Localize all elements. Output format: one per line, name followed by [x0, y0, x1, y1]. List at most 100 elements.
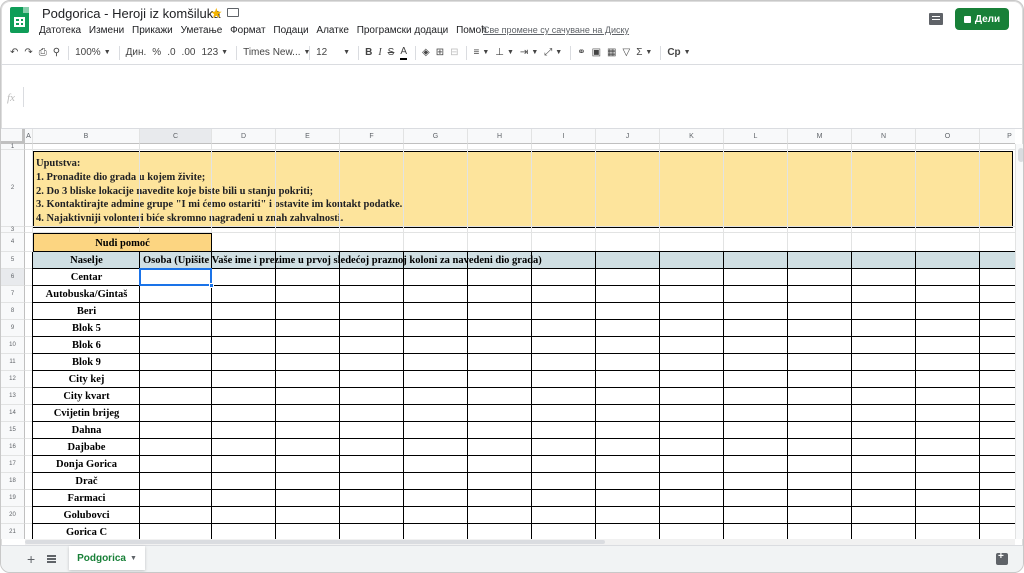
column-header-m[interactable]: M	[788, 129, 852, 144]
person-column-header[interactable]: Osoba (Upišite Vaše ime i prezime u prvo…	[143, 252, 1015, 269]
font-size-select[interactable]: 12 ▼	[316, 44, 350, 62]
text-color-button[interactable]: A	[400, 46, 407, 60]
row-header-6[interactable]: 6	[1, 269, 25, 286]
column-header-b[interactable]: B	[33, 129, 140, 144]
column-header-k[interactable]: K	[660, 129, 724, 144]
menu-data[interactable]: Подаци	[273, 25, 308, 36]
settlement-cell[interactable]: Farmaci	[33, 490, 140, 507]
offer-help-cell[interactable]: Nudi pomoć	[33, 233, 212, 252]
redo-icon[interactable]: ↷	[24, 44, 32, 62]
input-tools-button[interactable]: Ср ▼	[667, 44, 690, 62]
menu-format[interactable]: Формат	[230, 25, 266, 36]
settlement-cell[interactable]: Drač	[33, 473, 140, 490]
settlement-cell[interactable]: Dajbabe	[33, 439, 140, 456]
link-icon[interactable]: ⚭	[577, 44, 585, 62]
italic-button[interactable]: I	[378, 44, 381, 62]
settlement-cell[interactable]: Beri	[33, 303, 140, 320]
column-header-j[interactable]: J	[596, 129, 660, 144]
explore-icon[interactable]	[996, 551, 1008, 565]
settlement-cell[interactable]: City kvart	[33, 388, 140, 405]
font-family-select[interactable]: Times New... ▼	[243, 44, 310, 62]
menu-addons[interactable]: Програмски додаци	[357, 25, 449, 36]
menu-file[interactable]: Датотека	[39, 25, 81, 36]
column-header-l[interactable]: L	[724, 129, 788, 144]
fill-color-icon[interactable]: ◈	[422, 44, 430, 62]
settlement-cell[interactable]: Golubovci	[33, 507, 140, 524]
vertical-scrollbar[interactable]	[1015, 144, 1023, 539]
undo-icon[interactable]: ↶	[10, 44, 18, 62]
column-header-p[interactable]: P	[980, 129, 1015, 144]
wrap-icon[interactable]: ⇥ ▼	[520, 44, 538, 62]
settlement-cell[interactable]: Blok 6	[33, 337, 140, 354]
zoom-select[interactable]: 100% ▼	[75, 44, 111, 62]
row-header-11[interactable]: 11	[1, 354, 25, 371]
row-header-16[interactable]: 16	[1, 439, 25, 456]
currency-format-button[interactable]: Дин.	[126, 44, 147, 62]
menu-insert[interactable]: Уметање	[181, 25, 223, 36]
borders-icon[interactable]: ⊞	[436, 44, 444, 62]
decrease-decimal-button[interactable]: .0	[167, 44, 175, 62]
row-header-4[interactable]: 4	[1, 233, 25, 252]
settlement-cell[interactable]: Autobuska/Gintaš	[33, 286, 140, 303]
paint-format-icon[interactable]: ⚲	[53, 44, 60, 62]
valign-bottom-icon[interactable]: ⊥ ▼	[495, 44, 514, 62]
column-header-e[interactable]: E	[276, 129, 340, 144]
row-header-13[interactable]: 13	[1, 388, 25, 405]
selected-cell-c6[interactable]	[139, 268, 212, 286]
row-header-18[interactable]: 18	[1, 473, 25, 490]
row-header-20[interactable]: 20	[1, 507, 25, 524]
star-icon[interactable]: ★	[210, 5, 223, 22]
align-left-icon[interactable]: ≡ ▼	[473, 44, 489, 62]
menu-view[interactable]: Прикажи	[132, 25, 173, 36]
settlement-cell[interactable]: Dahna	[33, 422, 140, 439]
row-header-21[interactable]: 21	[1, 524, 25, 539]
insert-comment-icon[interactable]: ▣	[592, 44, 601, 62]
scroll-thumb[interactable]	[1018, 148, 1023, 162]
strikethrough-button[interactable]: S	[388, 44, 395, 62]
settlement-cell[interactable]: Blok 5	[33, 320, 140, 337]
row-header-15[interactable]: 15	[1, 422, 25, 439]
column-header-f[interactable]: F	[340, 129, 404, 144]
merge-icon[interactable]: ⊟	[450, 44, 458, 62]
save-status-link[interactable]: Све промене су сачуване на Диску	[483, 25, 629, 35]
document-title[interactable]: Podgorica - Heroji iz komšiluka	[42, 6, 220, 21]
folder-icon[interactable]	[227, 8, 239, 17]
row-header-14[interactable]: 14	[1, 405, 25, 422]
settlement-column-header[interactable]: Naselje	[33, 252, 140, 269]
sheet-tab-podgorica[interactable]: Podgorica ▼	[69, 546, 145, 570]
column-header-d[interactable]: D	[212, 129, 276, 144]
row-header-17[interactable]: 17	[1, 456, 25, 473]
menu-tools[interactable]: Алатке	[316, 25, 348, 36]
scroll-thumb[interactable]	[25, 540, 605, 544]
settlement-cell[interactable]: Donja Gorica	[33, 456, 140, 473]
print-icon[interactable]: ⎙	[39, 44, 47, 62]
column-header-i[interactable]: I	[532, 129, 596, 144]
spreadsheet-grid[interactable]: Uputstva: 1. Pronađite dio grada u kojem…	[1, 129, 1015, 539]
column-header-g[interactable]: G	[404, 129, 468, 144]
instructions-box[interactable]: Uputstva: 1. Pronađite dio grada u kojem…	[33, 151, 1013, 228]
comment-icon[interactable]	[929, 13, 943, 25]
filter-icon[interactable]: ▽	[622, 44, 630, 62]
row-header-8[interactable]: 8	[1, 303, 25, 320]
number-format-select[interactable]: 123 ▼	[201, 44, 228, 62]
menu-edit[interactable]: Измени	[89, 25, 124, 36]
row-header-9[interactable]: 9	[1, 320, 25, 337]
sum-icon[interactable]: Σ ▼	[636, 44, 652, 62]
settlement-cell[interactable]: Cvijetin brijeg	[33, 405, 140, 422]
settlement-cell[interactable]: Gorica C	[33, 524, 140, 539]
row-header-2[interactable]: 2	[1, 150, 25, 227]
add-sheet-icon[interactable]: +	[27, 551, 35, 567]
rotate-icon[interactable]: ⤢ ▼	[544, 44, 562, 62]
settlement-cell[interactable]: City kej	[33, 371, 140, 388]
column-header-h[interactable]: H	[468, 129, 532, 144]
all-sheets-icon[interactable]	[47, 555, 56, 563]
settlement-cell[interactable]: Centar	[33, 269, 140, 286]
column-header-n[interactable]: N	[852, 129, 916, 144]
row-header-12[interactable]: 12	[1, 371, 25, 388]
row-header-10[interactable]: 10	[1, 337, 25, 354]
increase-decimal-button[interactable]: .00	[182, 44, 196, 62]
row-header-7[interactable]: 7	[1, 286, 25, 303]
fill-handle[interactable]	[209, 283, 214, 288]
column-header-o[interactable]: O	[916, 129, 980, 144]
share-button[interactable]: Дели	[955, 8, 1009, 30]
